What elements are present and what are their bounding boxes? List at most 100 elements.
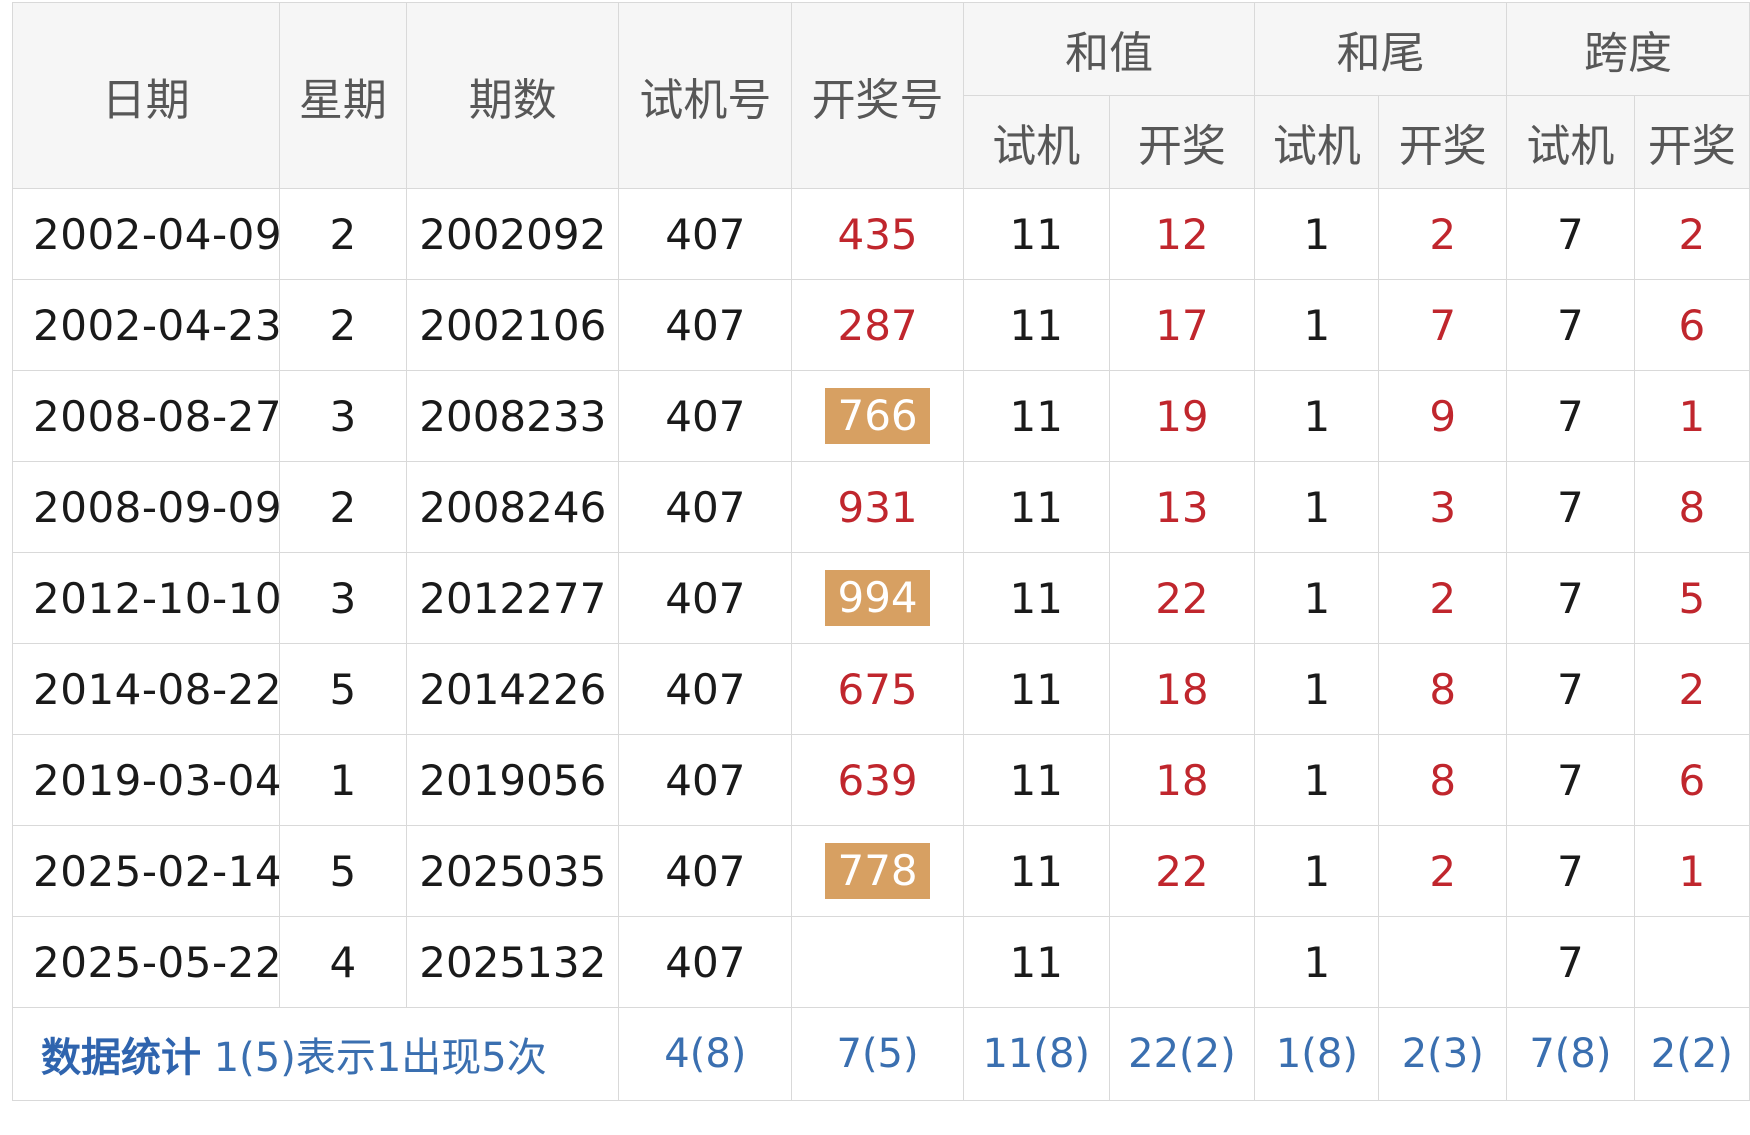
cell-weekday: 5: [278, 825, 408, 917]
cell-tail-trial: 1: [1254, 734, 1380, 826]
cell-sum-trial: 11: [962, 825, 1110, 917]
cell-tail-trial: 1: [1254, 643, 1380, 735]
cell-weekday: 2: [278, 188, 408, 280]
cell-weekday: 1: [278, 734, 408, 826]
cell-sum-trial: 11: [962, 916, 1110, 1008]
table-row: 2002-04-09 2 2002092 407 435 11 12 1 2 7…: [12, 188, 1750, 280]
header-draw-number: 开奖号: [791, 2, 964, 189]
table-row: 2019-03-04 1 2019056 407 639 11 18 1 8 7…: [12, 734, 1750, 826]
header-weekday: 星期: [278, 2, 408, 189]
cell-sum-trial: 11: [962, 370, 1110, 462]
stats-sum-draw: 22(2): [1108, 1007, 1256, 1101]
cell-span-trial: 7: [1506, 461, 1635, 553]
cell-sum-draw: 17: [1108, 279, 1256, 371]
header-issue: 期数: [406, 2, 620, 189]
cell-span-trial: 7: [1506, 188, 1635, 280]
cell-span-draw: 6: [1633, 734, 1750, 826]
cell-sum-trial: 11: [962, 279, 1110, 371]
cell-sum-trial: 11: [962, 461, 1110, 553]
cell-date: 2012-10-10: [12, 552, 280, 644]
cell-draw: [791, 916, 964, 1008]
cell-span-draw: 2: [1633, 188, 1750, 280]
stats-span-draw: 2(2): [1633, 1007, 1750, 1101]
cell-issue: 2002092: [406, 188, 620, 280]
cell-trial: 407: [618, 916, 793, 1008]
stats-trial: 4(8): [618, 1007, 793, 1101]
cell-sum-draw: 13: [1108, 461, 1256, 553]
cell-span-trial: 7: [1506, 370, 1635, 462]
cell-trial: 407: [618, 734, 793, 826]
cell-issue: 2008233: [406, 370, 620, 462]
cell-draw: 931: [791, 461, 964, 553]
header-sum-draw: 开奖: [1108, 95, 1256, 189]
cell-trial: 407: [618, 825, 793, 917]
draw-history-table: 日期 星期 期数 试机号 开奖号 和值 和尾 跨度 试机 开奖 试机 开奖 试机…: [11, 2, 1750, 1101]
cell-sum-trial: 11: [962, 188, 1110, 280]
header-sum: 和值: [962, 2, 1256, 96]
cell-date: 2025-05-22: [12, 916, 280, 1008]
cell-tail-draw: 3: [1378, 461, 1508, 553]
cell-tail-trial: 1: [1254, 825, 1380, 917]
cell-issue: 2025035: [406, 825, 620, 917]
cell-trial: 407: [618, 370, 793, 462]
cell-date: 2002-04-09: [12, 188, 280, 280]
header-span: 跨度: [1506, 2, 1750, 96]
header-span-trial: 试机: [1506, 95, 1635, 189]
table-row: 2008-08-27 3 2008233 407 766 11 19 1 9 7…: [12, 370, 1750, 462]
cell-sum-draw: 22: [1108, 552, 1256, 644]
draw-highlight-badge: 766: [825, 388, 930, 444]
cell-tail-draw: 8: [1378, 734, 1508, 826]
cell-weekday: 3: [278, 370, 408, 462]
table-row: 2012-10-10 3 2012277 407 994 11 22 1 2 7…: [12, 552, 1750, 644]
cell-issue: 2008246: [406, 461, 620, 553]
cell-tail-draw: 2: [1378, 825, 1508, 917]
stats-tail-trial: 1(8): [1254, 1007, 1380, 1101]
stats-title: 数据统计: [41, 1035, 201, 1081]
cell-draw: 778: [791, 825, 964, 917]
cell-span-draw: 6: [1633, 279, 1750, 371]
table-body: 2002-04-09 2 2002092 407 435 11 12 1 2 7…: [11, 188, 1750, 1101]
cell-trial: 407: [618, 188, 793, 280]
header-trial-number: 试机号: [618, 2, 793, 189]
cell-span-draw: 1: [1633, 370, 1750, 462]
cell-trial: 407: [618, 461, 793, 553]
cell-date: 2019-03-04: [12, 734, 280, 826]
cell-span-draw: 2: [1633, 643, 1750, 735]
header-sum-trial: 试机: [962, 95, 1110, 189]
cell-span-draw: 5: [1633, 552, 1750, 644]
draw-highlight-badge: 778: [825, 843, 930, 899]
cell-weekday: 2: [278, 461, 408, 553]
cell-issue: 2012277: [406, 552, 620, 644]
cell-date: 2025-02-14: [12, 825, 280, 917]
cell-draw: 639: [791, 734, 964, 826]
cell-weekday: 4: [278, 916, 408, 1008]
stats-tail-draw: 2(3): [1378, 1007, 1508, 1101]
cell-span-trial: 7: [1506, 734, 1635, 826]
table-row: 2002-04-23 2 2002106 407 287 11 17 1 7 7…: [12, 279, 1750, 371]
cell-sum-trial: 11: [962, 643, 1110, 735]
cell-issue: 2014226: [406, 643, 620, 735]
cell-tail-draw: 2: [1378, 552, 1508, 644]
table-row: 2014-08-22 5 2014226 407 675 11 18 1 8 7…: [12, 643, 1750, 735]
stats-draw: 7(5): [791, 1007, 964, 1101]
cell-sum-draw: [1108, 916, 1256, 1008]
header-sum-tail: 和尾: [1254, 2, 1508, 96]
cell-date: 2014-08-22: [12, 643, 280, 735]
cell-date: 2008-09-09: [12, 461, 280, 553]
cell-sum-draw: 19: [1108, 370, 1256, 462]
stats-label-cell: 数据统计 1(5)表示1出现5次: [11, 1007, 620, 1101]
cell-span-trial: 7: [1506, 552, 1635, 644]
cell-draw: 766: [791, 370, 964, 462]
cell-date: 2002-04-23: [12, 279, 280, 371]
stats-sum-trial: 11(8): [962, 1007, 1110, 1101]
cell-sum-draw: 12: [1108, 188, 1256, 280]
cell-draw: 675: [791, 643, 964, 735]
cell-span-trial: 7: [1506, 279, 1635, 371]
table-header: 日期 星期 期数 试机号 开奖号 和值 和尾 跨度 试机 开奖 试机 开奖 试机…: [12, 2, 1750, 189]
cell-sum-trial: 11: [962, 552, 1110, 644]
header-span-draw: 开奖: [1633, 95, 1750, 189]
cell-span-draw: 8: [1633, 461, 1750, 553]
header-date: 日期: [12, 2, 280, 189]
stats-span-trial: 7(8): [1506, 1007, 1635, 1101]
cell-tail-draw: 9: [1378, 370, 1508, 462]
